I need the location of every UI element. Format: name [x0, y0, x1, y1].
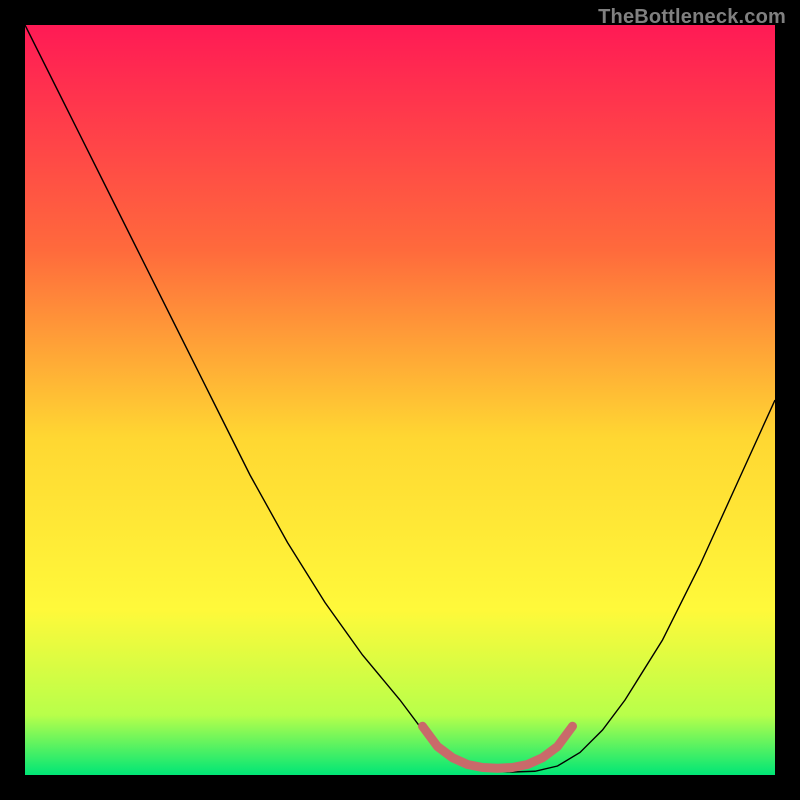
chart-frame: TheBottleneck.com — [0, 0, 800, 800]
watermark-text: TheBottleneck.com — [598, 6, 786, 29]
bottleneck-plot — [25, 25, 775, 775]
plot-background — [25, 25, 775, 775]
